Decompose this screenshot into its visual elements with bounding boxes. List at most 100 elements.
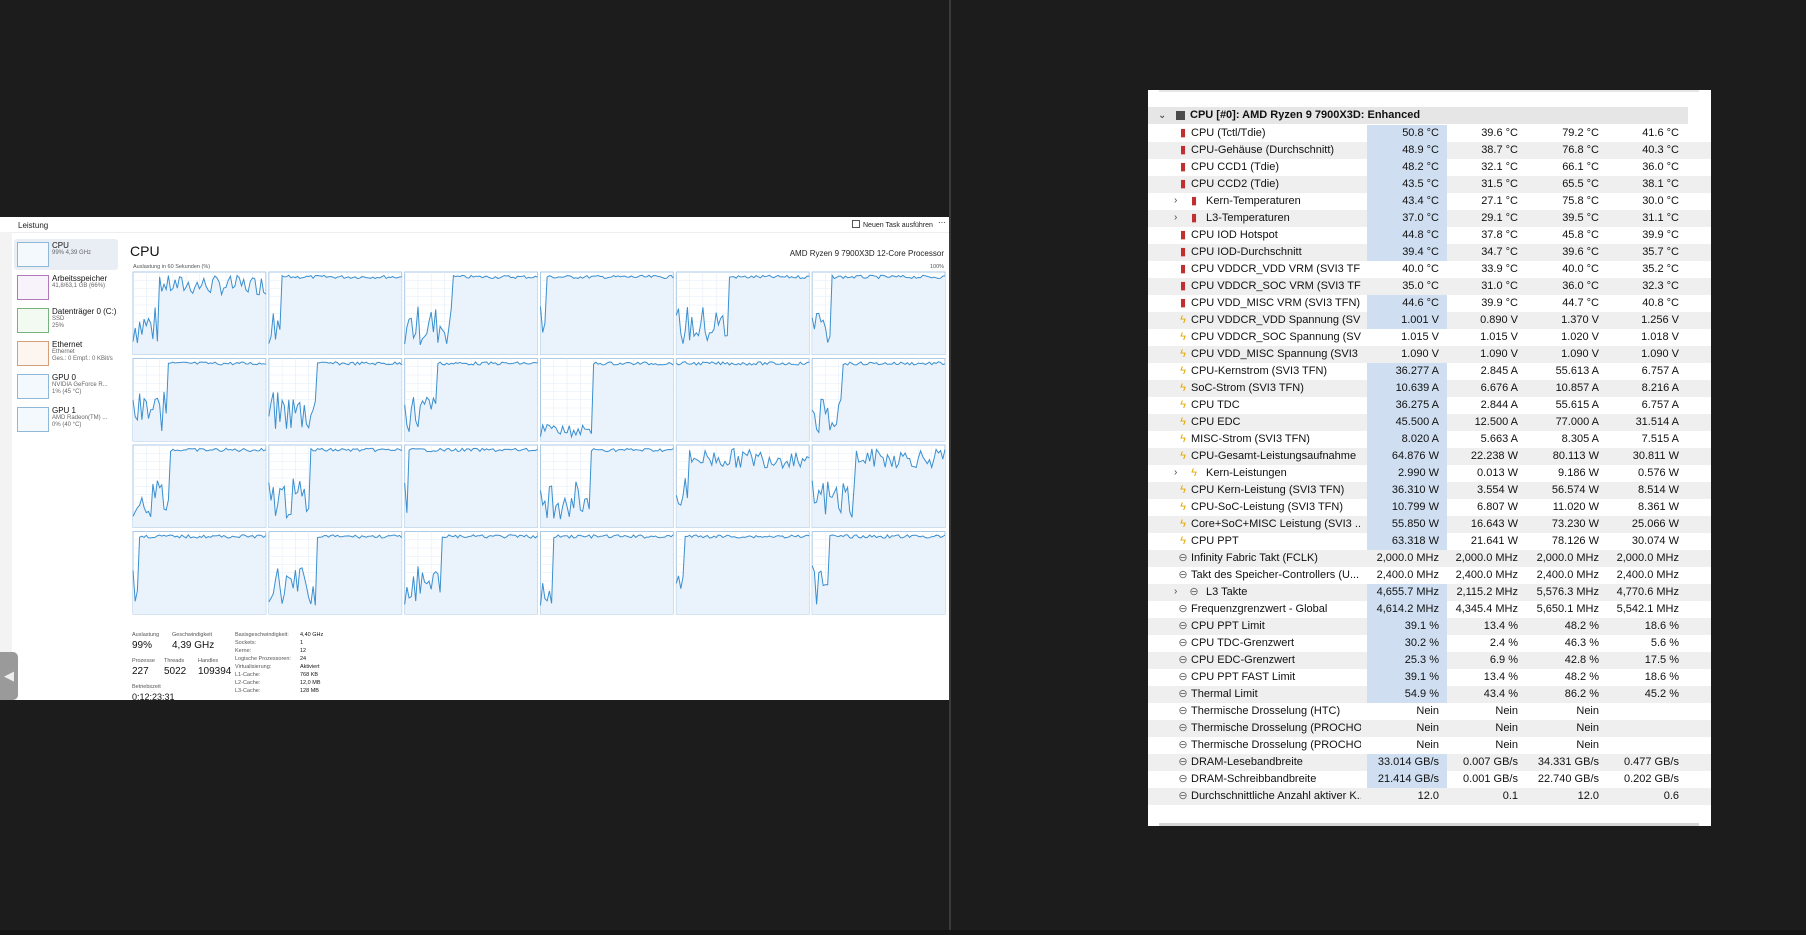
sidebar-item-sub2: Ges.: 0 Empf.: 0 KBit/s	[52, 356, 113, 362]
run-new-task-button[interactable]: Neuen Task ausführen	[852, 220, 933, 229]
clock-icon: ⊖	[1178, 654, 1188, 666]
sensor-group-header[interactable]: ⌄ CPU [#0]: AMD Ryzen 9 7900X3D: Enhance…	[1148, 107, 1688, 124]
sensor-row[interactable]: ϟ CPU TDC 36.275 A 2.844 A 55.615 A 6.757 A	[1148, 397, 1711, 414]
sensor-row[interactable]: ▮ CPU VDDCR_VDD VRM (SVI3 TFN) 40.0 °C 33.9…	[1148, 261, 1711, 278]
current-value: 48.2 °C	[1402, 161, 1439, 173]
detail-value: 128 MB	[300, 688, 319, 694]
chevron-right-icon[interactable]: ›	[1174, 586, 1177, 597]
cpu-graphs-svg	[132, 271, 946, 615]
handles-value: 109394	[198, 666, 232, 677]
maximum-value: 76.8 °C	[1562, 144, 1599, 156]
sensor-row[interactable]: ϟ CPU PPT 63.318 W 21.641 W 78.126 W 30.074 W	[1148, 533, 1711, 550]
maximum-value: 45.8 °C	[1562, 229, 1599, 241]
sensor-row[interactable]: ϟ Core+SoC+MISC Leistung (SVI3 ... 55.850 …	[1148, 516, 1711, 533]
minimum-value: 39.9 °C	[1481, 297, 1518, 309]
current-value-cell: 2,400.0 MHz	[1367, 567, 1447, 584]
sidebar-item-mem[interactable]: Arbeitsspeicher 41,8/63,1 GB (66%)	[14, 272, 118, 303]
more-options-button[interactable]: ⋯	[938, 218, 946, 227]
sensor-row[interactable]: ▮ CPU (Tctl/Tdie) 50.8 °C 39.6 °C 79.2 °C 41.…	[1148, 125, 1711, 142]
sensor-row[interactable]: ▮ CPU IOD-Durchschnitt 39.4 °C 34.7 °C 39.6 …	[1148, 244, 1711, 261]
detail-key: Logische Prozessoren:	[235, 656, 291, 662]
sensor-name: CPU VDD_MISC VRM (SVI3 TFN)	[1191, 297, 1361, 309]
sensor-row[interactable]: ϟ MISC-Strom (SVI3 TFN) 8.020 A 5.663 A 8.30…	[1148, 431, 1711, 448]
sensor-row[interactable]: ⊖ Thermal Limit 54.9 % 43.4 % 86.2 % 45.2 %	[1148, 686, 1711, 703]
graph-caption: Auslastung in 60 Sekunden (%)	[133, 264, 211, 270]
sensor-row[interactable]: ▮ CPU VDDCR_SOC VRM (SVI3 TFN) 35.0 °C 31.0…	[1148, 278, 1711, 295]
sensor-row[interactable]: ⊖ Thermische Drosselung (PROCHO... Nein Nei…	[1148, 737, 1711, 754]
sidebar-item-gpu[interactable]: GPU 0 NVIDIA GeForce R... 1% (45 °C)	[14, 371, 118, 402]
chevron-right-icon[interactable]: ›	[1174, 467, 1177, 478]
sensor-row[interactable]: ⊖ DRAM-Schreibbandbreite 21.414 GB/s 0.001 …	[1148, 771, 1711, 788]
sensor-row[interactable]: ⊖ Durchschnittliche Anzahl aktiver K... 12…	[1148, 788, 1711, 805]
sensor-row[interactable]: ⊖ DRAM-Lesebandbreite 33.014 GB/s 0.007 GB/…	[1148, 754, 1711, 771]
sensor-row[interactable]: ϟ CPU VDDCR_SOC Spannung (SVI... 1.015 V 1.…	[1148, 329, 1711, 346]
graph-max-label: 100%	[930, 264, 945, 270]
sensor-row[interactable]: ⊖ Thermische Drosselung (PROCHO... Nein Nei…	[1148, 720, 1711, 737]
current-value-cell: Nein	[1367, 720, 1447, 737]
sensor-row[interactable]: › ⊖ L3 Takte 4,655.7 MHz 2,115.2 MHz 5,576.3 …	[1148, 584, 1711, 601]
sensor-row[interactable]: ▮ CPU-Gehäuse (Durchschnitt) 48.9 °C 38.7 °…	[1148, 142, 1711, 159]
sensor-name: SoC-Strom (SVI3 TFN)	[1191, 382, 1304, 394]
sensor-row[interactable]: ▮ CPU CCD2 (Tdie) 43.5 °C 31.5 °C 65.5 °C 38.…	[1148, 176, 1711, 193]
sidebar-item-disk[interactable]: Datenträger 0 (C:) SSD 25%	[14, 305, 118, 336]
current-value-cell: 2.990 W	[1367, 465, 1447, 482]
gpu-thumbnail-graph	[17, 374, 49, 399]
sensor-row[interactable]: ϟ SoC-Strom (SVI3 TFN) 10.639 A 6.676 A 10.8…	[1148, 380, 1711, 397]
lightning-icon: ϟ	[1180, 484, 1186, 496]
sensor-row[interactable]: ▮ CPU CCD1 (Tdie) 48.2 °C 32.1 °C 66.1 °C 36.…	[1148, 159, 1711, 176]
sensor-name: CPU IOD Hotspot	[1191, 229, 1278, 241]
page-title: Leistung	[18, 221, 49, 230]
chevron-right-icon[interactable]: ›	[1174, 195, 1177, 206]
sidebar-item-gpu[interactable]: GPU 1 AMD Radeon(TM) ... 0% (40 °C)	[14, 404, 118, 435]
sensor-row[interactable]: › ▮ L3-Temperaturen 37.0 °C 29.1 °C 39.5 °C 31…	[1148, 210, 1711, 227]
sensor-name: CPU (Tctl/Tdie)	[1191, 127, 1266, 139]
sidebar-item-label: GPU 1	[52, 406, 77, 415]
sensor-row[interactable]: ϟ CPU-SoC-Leistung (SVI3 TFN) 10.799 W 6.80…	[1148, 499, 1711, 516]
sensor-row[interactable]: ϟ CPU VDDCR_VDD Spannung (SVI... 1.001 V 0.…	[1148, 312, 1711, 329]
average-value: 2,400.0 MHz	[1616, 569, 1679, 581]
clock-icon: ⊖	[1189, 586, 1199, 598]
desktop-bottom-band	[0, 930, 1806, 935]
current-value: 36.310 W	[1391, 484, 1439, 496]
sensor-row[interactable]: ⊖ Takt des Speicher-Controllers (U... 2,40…	[1148, 567, 1711, 584]
collapse-panel-button[interactable]: ◀	[0, 652, 18, 700]
sensor-row[interactable]: ⊖ CPU PPT FAST Limit 39.1 % 13.4 % 48.2 % 18.…	[1148, 669, 1711, 686]
logical-processor-graph	[811, 444, 946, 528]
sidebar-item-cpu[interactable]: CPU 99% 4,39 GHz	[14, 239, 118, 270]
detail-value: 768 KB	[300, 672, 319, 678]
maximum-value: 39.6 °C	[1562, 246, 1599, 258]
sensor-row[interactable]: › ▮ Kern-Temperaturen 43.4 °C 27.1 °C 75.8 °C…	[1148, 193, 1711, 210]
sensor-row[interactable]: › ϟ Kern-Leistungen 2.990 W 0.013 W 9.186 W 0.…	[1148, 465, 1711, 482]
sensor-row[interactable]: ϟ CPU VDD_MISC Spannung (SVI3 ... 1.090 V 1…	[1148, 346, 1711, 363]
sensor-row[interactable]: ⊖ Frequenzgrenzwert - Global 4,614.2 MHz 4,…	[1148, 601, 1711, 618]
chevron-down-icon[interactable]: ⌄	[1158, 110, 1166, 121]
utilization-value: 99%	[132, 640, 153, 651]
sensor-row[interactable]: ⊖ CPU PPT Limit 39.1 % 13.4 % 48.2 % 18.6 %	[1148, 618, 1711, 635]
current-value-cell: 39.4 °C	[1367, 244, 1447, 261]
chevron-right-icon[interactable]: ›	[1174, 212, 1177, 223]
sensor-row[interactable]: ϟ CPU Kern-Leistung (SVI3 TFN) 36.310 W 3.5…	[1148, 482, 1711, 499]
minimum-value: 33.9 °C	[1481, 263, 1518, 275]
current-value: 10.639 A	[1395, 382, 1439, 394]
sensor-row[interactable]: ϟ CPU-Kernstrom (SVI3 TFN) 36.277 A 2.845 A…	[1148, 363, 1711, 380]
uptime-label: Betriebszeit	[132, 684, 161, 690]
sensor-row[interactable]: ⊖ Thermische Drosselung (HTC) Nein Nein Nein	[1148, 703, 1711, 720]
sensor-table: ▮ CPU (Tctl/Tdie) 50.8 °C 39.6 °C 79.2 °C 41.…	[1148, 125, 1711, 805]
lightning-icon: ϟ	[1191, 467, 1197, 479]
sensor-row[interactable]: ▮ CPU IOD Hotspot 44.8 °C 37.8 °C 45.8 °C 39.…	[1148, 227, 1711, 244]
maximum-value: 48.2 %	[1564, 671, 1599, 683]
sensor-row[interactable]: ⊖ CPU TDC-Grenzwert 30.2 % 2.4 % 46.3 % 5.6 %	[1148, 635, 1711, 652]
minimum-value: 3.554 W	[1477, 484, 1518, 496]
detail-key: L1-Cache:	[235, 672, 261, 678]
sensor-row[interactable]: ⊖ CPU EDC-Grenzwert 25.3 % 6.9 % 42.8 % 17.5 …	[1148, 652, 1711, 669]
lightning-icon: ϟ	[1180, 365, 1186, 377]
sensor-row[interactable]: ⊖ Infinity Fabric Takt (FCLK) 2,000.0 MHz 2…	[1148, 550, 1711, 567]
thermometer-icon: ▮	[1179, 178, 1187, 190]
sidebar-item-eth[interactable]: Ethernet Ethernet Ges.: 0 Empf.: 0 KBit/s	[14, 338, 118, 369]
sensor-row[interactable]: ϟ CPU-Gesamt-Leistungsaufnahme 64.876 W 22.…	[1148, 448, 1711, 465]
thermometer-icon: ▮	[1179, 144, 1187, 156]
sensor-name: CPU PPT	[1191, 535, 1239, 547]
sensor-row[interactable]: ▮ CPU VDD_MISC VRM (SVI3 TFN) 44.6 °C 39.9 …	[1148, 295, 1711, 312]
sensor-row[interactable]: ϟ CPU EDC 45.500 A 12.500 A 77.000 A 31.514 A	[1148, 414, 1711, 431]
cpu-thumbnail-graph	[17, 242, 49, 267]
